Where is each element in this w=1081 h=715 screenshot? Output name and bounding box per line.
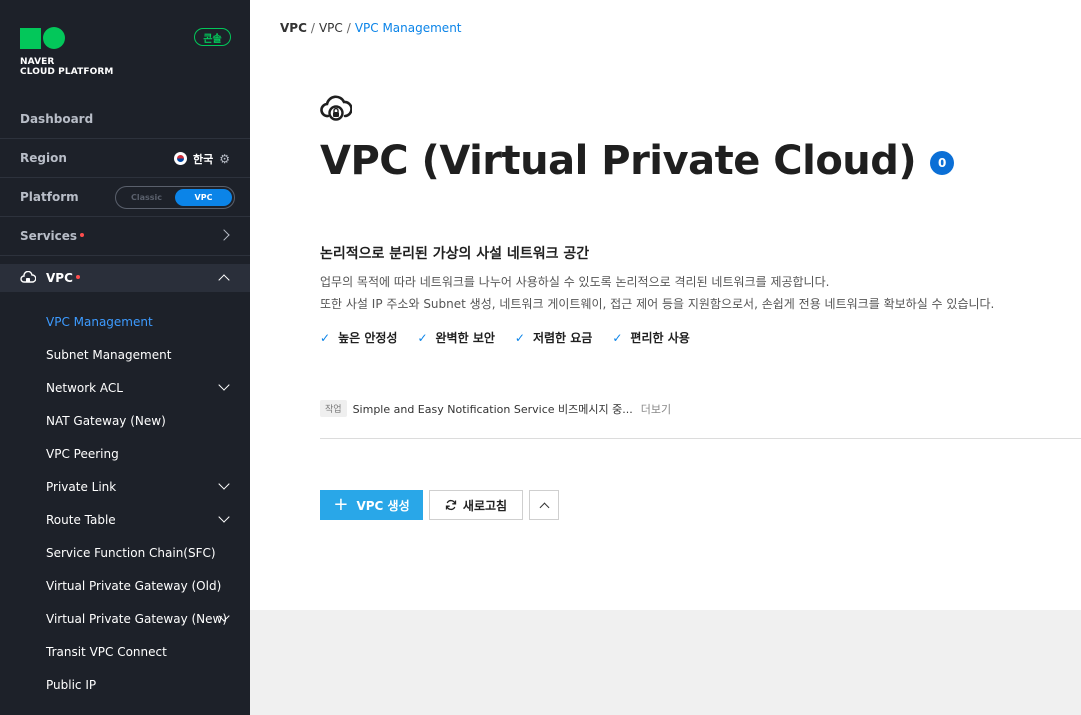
breadcrumb-item-current: VPC Management <box>354 21 462 35</box>
feature-label: 완벽한 보안 <box>435 331 495 345</box>
sidebar-item-label: Public IP <box>46 677 97 692</box>
breadcrumb-item-1[interactable]: VPC <box>280 21 307 35</box>
feature-item: ✓ 편리한 사용 <box>612 329 689 346</box>
check-icon: ✓ <box>320 330 331 345</box>
sidebar-item-public-ip[interactable]: Public IP <box>0 668 250 701</box>
create-vpc-label: VPC 생성 <box>356 498 410 513</box>
plus-icon: + <box>333 494 349 515</box>
sidebar-item-label: Service Function Chain(SFC) <box>46 545 216 560</box>
sidebar-item-vpg-old[interactable]: Virtual Private Gateway (Old) <box>0 569 250 602</box>
check-icon: ✓ <box>612 330 623 345</box>
region-label: Region <box>20 151 67 165</box>
sidebar-item-network-acl[interactable]: Network ACL <box>0 371 250 404</box>
console-badge[interactable]: 콘솔 <box>194 28 231 46</box>
dashboard-label: Dashboard <box>20 112 94 126</box>
sidebar-item-label: Virtual Private Gateway (Old) <box>46 578 222 593</box>
sidebar-item-private-link[interactable]: Private Link <box>0 470 250 503</box>
sidebar-item-dashboard[interactable]: Dashboard <box>0 100 250 139</box>
refresh-button[interactable]: 새로고침 <box>429 490 523 520</box>
sidebar-item-vpc-peering[interactable]: VPC Peering <box>0 437 250 470</box>
vpc-count-badge: 0 <box>930 151 955 175</box>
platform-option-classic[interactable]: Classic <box>118 189 175 206</box>
feature-item: ✓ 높은 안정성 <box>320 329 397 346</box>
new-dot-icon <box>75 275 80 279</box>
sidebar-item-label: Subnet Management <box>46 347 172 362</box>
sidebar-item-label: Route Table <box>46 512 116 527</box>
breadcrumb: VPC / VPC / VPC Management <box>280 21 462 35</box>
breadcrumb-item-2[interactable]: VPC <box>319 21 343 35</box>
divider <box>320 438 1081 439</box>
sidebar-item-platform: Platform Classic VPC <box>0 178 250 217</box>
feature-label: 높은 안정성 <box>338 331 398 345</box>
sidebar-item-label: VPC Management <box>46 314 153 329</box>
korea-flag-icon <box>173 152 187 165</box>
notice-tag: 작업 <box>320 400 347 417</box>
sidebar: NAVER CLOUD PLATFORM 콘솔 Dashboard Region… <box>0 0 250 715</box>
breadcrumb-separator: / <box>346 21 351 35</box>
feature-item: ✓ 완벽한 보안 <box>417 329 494 346</box>
feature-item: ✓ 저렴한 요금 <box>515 329 592 346</box>
platform-toggle[interactable]: Classic VPC <box>115 186 235 209</box>
sidebar-item-label: VPC Peering <box>46 446 119 461</box>
feature-label: 저렴한 요금 <box>532 331 593 345</box>
chevron-down-icon <box>218 511 230 523</box>
sidebar-item-label: Network ACL <box>46 380 123 395</box>
vpc-section-label: VPC <box>46 271 73 285</box>
sidebar-item-sfc[interactable]: Service Function Chain(SFC) <box>0 536 250 569</box>
sidebar-item-label: Private Link <box>46 479 117 494</box>
sidebar-item-label: Transit VPC Connect <box>46 644 167 659</box>
gear-icon[interactable]: ⚙ <box>219 152 230 166</box>
services-label: Services <box>20 229 78 243</box>
logo-text-line1: NAVER <box>20 57 55 67</box>
sidebar-item-transit-vpc-connect[interactable]: Transit VPC Connect <box>0 635 250 668</box>
region-selector[interactable]: 한국 ⚙ <box>173 139 230 178</box>
sidebar-item-nat-gateway[interactable]: NAT Gateway (New) <box>0 404 250 437</box>
platform-label: Platform <box>20 190 79 204</box>
check-icon: ✓ <box>417 330 428 345</box>
notice-more-link[interactable]: 더보기 <box>641 401 671 417</box>
create-vpc-button[interactable]: + VPC 생성 <box>320 490 423 520</box>
title-row: VPC (Virtual Private Cloud) 0 <box>320 138 955 184</box>
breadcrumb-separator: / <box>310 21 315 35</box>
page-title: VPC (Virtual Private Cloud) <box>320 138 917 184</box>
description-line-1: 업무의 목적에 따라 네트워크를 나누어 사용하실 수 있도록 논리적으로 격리… <box>320 275 830 289</box>
chevron-up-icon <box>218 274 230 286</box>
sidebar-item-services[interactable]: Services <box>0 217 250 256</box>
collapse-button[interactable] <box>529 490 559 520</box>
logo-mark-icon <box>20 27 113 49</box>
sidebar-section-vpc[interactable]: VPC <box>0 264 250 292</box>
description-line-2: 또한 사설 IP 주소와 Subnet 생성, 네트워크 게이트웨이, 접근 제… <box>320 297 995 311</box>
naver-cloud-logo[interactable]: NAVER CLOUD PLATFORM <box>20 27 113 77</box>
sidebar-item-route-table[interactable]: Route Table <box>0 503 250 536</box>
platform-option-vpc[interactable]: VPC <box>175 189 232 206</box>
main-content: VPC / VPC / VPC Management VPC (Virtual … <box>250 0 1081 715</box>
chevron-up-icon <box>539 502 549 512</box>
refresh-icon <box>445 499 457 511</box>
sidebar-item-vpg-new[interactable]: Virtual Private Gateway (New) <box>0 602 250 635</box>
refresh-label: 새로고침 <box>462 498 508 513</box>
service-description: 업무의 목적에 따라 네트워크를 나누어 사용하실 수 있도록 논리적으로 격리… <box>320 271 994 315</box>
list-area <box>250 610 1081 715</box>
sidebar-item-vpc-management[interactable]: VPC Management <box>0 305 250 338</box>
feature-label: 편리한 사용 <box>630 331 690 345</box>
vpc-cloud-lock-icon <box>320 95 352 121</box>
notice-text[interactable]: Simple and Easy Notification Service 비즈메… <box>353 401 633 417</box>
vpc-cloud-icon <box>20 271 36 283</box>
chevron-down-icon <box>218 478 230 490</box>
sidebar-item-subnet-management[interactable]: Subnet Management <box>0 338 250 371</box>
sidebar-item-label: Virtual Private Gateway (New) <box>46 611 228 626</box>
new-dot-icon <box>80 233 85 237</box>
service-subheading: 논리적으로 분리된 가상의 사설 네트워크 공간 <box>320 246 590 262</box>
sidebar-item-label: NAT Gateway (New) <box>46 413 166 428</box>
check-icon: ✓ <box>514 330 525 345</box>
chevron-down-icon <box>218 379 230 391</box>
notice-banner: 작업 Simple and Easy Notification Service … <box>320 400 671 417</box>
chevron-right-icon <box>218 229 230 241</box>
logo-text-line2: CLOUD PLATFORM <box>20 67 114 77</box>
sidebar-item-region: Region 한국 ⚙ <box>0 139 250 178</box>
feature-list: ✓ 높은 안정성 ✓ 완벽한 보안 ✓ 저렴한 요금 ✓ 편리한 사용 <box>320 329 690 346</box>
region-value: 한국 <box>192 152 214 166</box>
